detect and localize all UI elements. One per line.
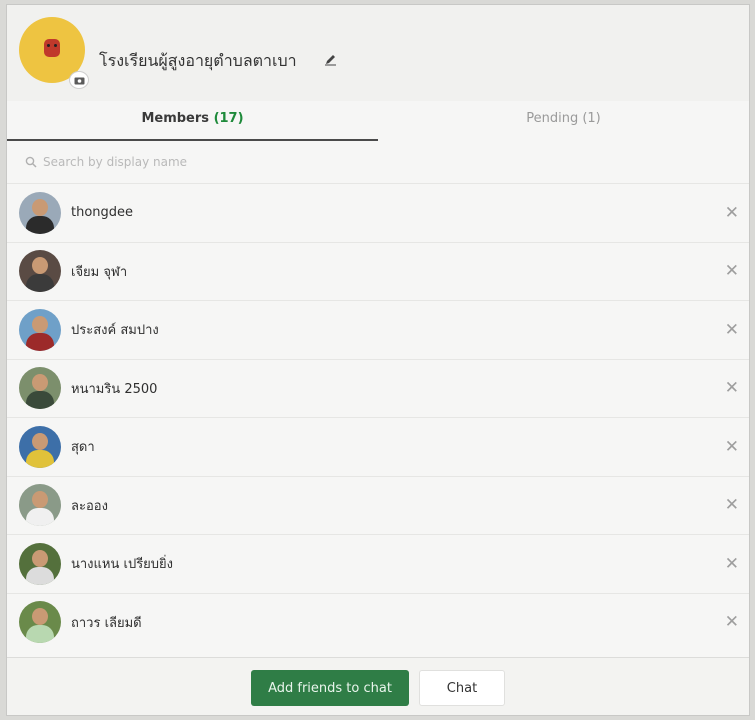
tab-members[interactable]: Members (17) [7, 101, 378, 141]
avatar-figure-head [32, 315, 48, 333]
group-header: โรงเรียนผู้สูงอายุตำบลตาเบา [7, 5, 749, 101]
member-name: สุดา [71, 440, 95, 456]
group-members-window: โรงเรียนผู้สูงอายุตำบลตาเบา Members (17)… [6, 4, 750, 716]
avatar-figure-head [32, 198, 48, 216]
avatar-figure-body [26, 274, 54, 293]
avatar-figure-head [32, 608, 48, 626]
member-name: นางแหน เปรียบยิ่ง [71, 557, 174, 573]
member-count: (17) [213, 111, 244, 126]
avatar[interactable] [19, 484, 61, 527]
search-bar [17, 145, 741, 179]
avatar-figure-body [26, 449, 54, 468]
member-name: ประสงค์ สมปาง [71, 323, 159, 339]
avatar[interactable] [19, 542, 61, 585]
avatar-figure-head [32, 549, 48, 567]
chat-button[interactable]: Chat [419, 670, 505, 706]
avatar-figure-body [26, 625, 54, 644]
avatar[interactable] [19, 425, 61, 468]
search-input[interactable] [43, 155, 343, 169]
camera-icon[interactable] [69, 71, 89, 89]
avatar[interactable] [19, 308, 61, 351]
member-row[interactable]: หนามริน 2500 ✕ [7, 358, 749, 418]
avatar[interactable] [19, 367, 61, 410]
close-icon[interactable]: ✕ [725, 203, 739, 223]
member-name: ละออง [71, 498, 108, 514]
avatar-figure-body [26, 508, 54, 527]
member-row[interactable]: สุดา ✕ [7, 417, 749, 476]
close-icon[interactable]: ✕ [725, 378, 739, 398]
avatar-figure-head [32, 432, 48, 450]
avatar[interactable] [19, 601, 61, 644]
avatar[interactable] [19, 191, 61, 234]
avatar-figure-head [32, 257, 48, 275]
member-row[interactable]: thongdee ✕ [7, 183, 749, 242]
close-icon[interactable]: ✕ [725, 320, 739, 340]
member-row[interactable]: นางแหน เปรียบยิ่ง ✕ [7, 534, 749, 593]
tab-members-label: Members [141, 111, 210, 126]
avatar-figure-body [26, 215, 54, 234]
group-avatar[interactable] [19, 17, 89, 89]
member-name: thongdee [71, 205, 134, 221]
tab-pending[interactable]: Pending (1) [378, 101, 749, 141]
member-name: ถาวร เลียมดี [71, 615, 142, 631]
avatar-figure-body [26, 391, 54, 410]
member-name: หนามริน 2500 [71, 381, 158, 397]
close-icon[interactable]: ✕ [725, 554, 739, 574]
member-row[interactable]: ประสงค์ สมปาง ✕ [7, 300, 749, 359]
member-list: thongdee ✕ เจียม จุฬา ✕ ประสงค์ สมปาง ✕ หนามริ… [7, 183, 749, 651]
pencil-icon[interactable] [324, 51, 337, 70]
close-icon[interactable]: ✕ [725, 261, 739, 281]
avatar-figure-body [26, 566, 54, 585]
avatar-figure-body [26, 332, 54, 351]
member-name: เจียม จุฬา [71, 264, 128, 280]
avatar[interactable] [19, 250, 61, 293]
member-row[interactable]: เจียม จุฬา ✕ [7, 241, 749, 301]
member-row[interactable]: ละออง ✕ [7, 475, 749, 535]
group-avatar-image [44, 39, 60, 57]
add-friends-button[interactable]: Add friends to chat [251, 670, 409, 706]
footer-actions: Add friends to chat Chat [7, 657, 749, 715]
close-icon[interactable]: ✕ [725, 612, 739, 632]
member-tabs: Members (17) Pending (1) [7, 101, 749, 141]
group-name: โรงเรียนผู้สูงอายุตำบลตาเบา [99, 51, 297, 70]
search-icon [25, 153, 37, 172]
avatar-figure-head [32, 491, 48, 509]
member-row[interactable]: ถาวร เลียมดี ✕ [7, 592, 749, 652]
avatar-figure-head [32, 374, 48, 392]
close-icon[interactable]: ✕ [725, 495, 739, 515]
close-icon[interactable]: ✕ [725, 437, 739, 457]
tab-pending-label: Pending (1) [526, 111, 601, 126]
